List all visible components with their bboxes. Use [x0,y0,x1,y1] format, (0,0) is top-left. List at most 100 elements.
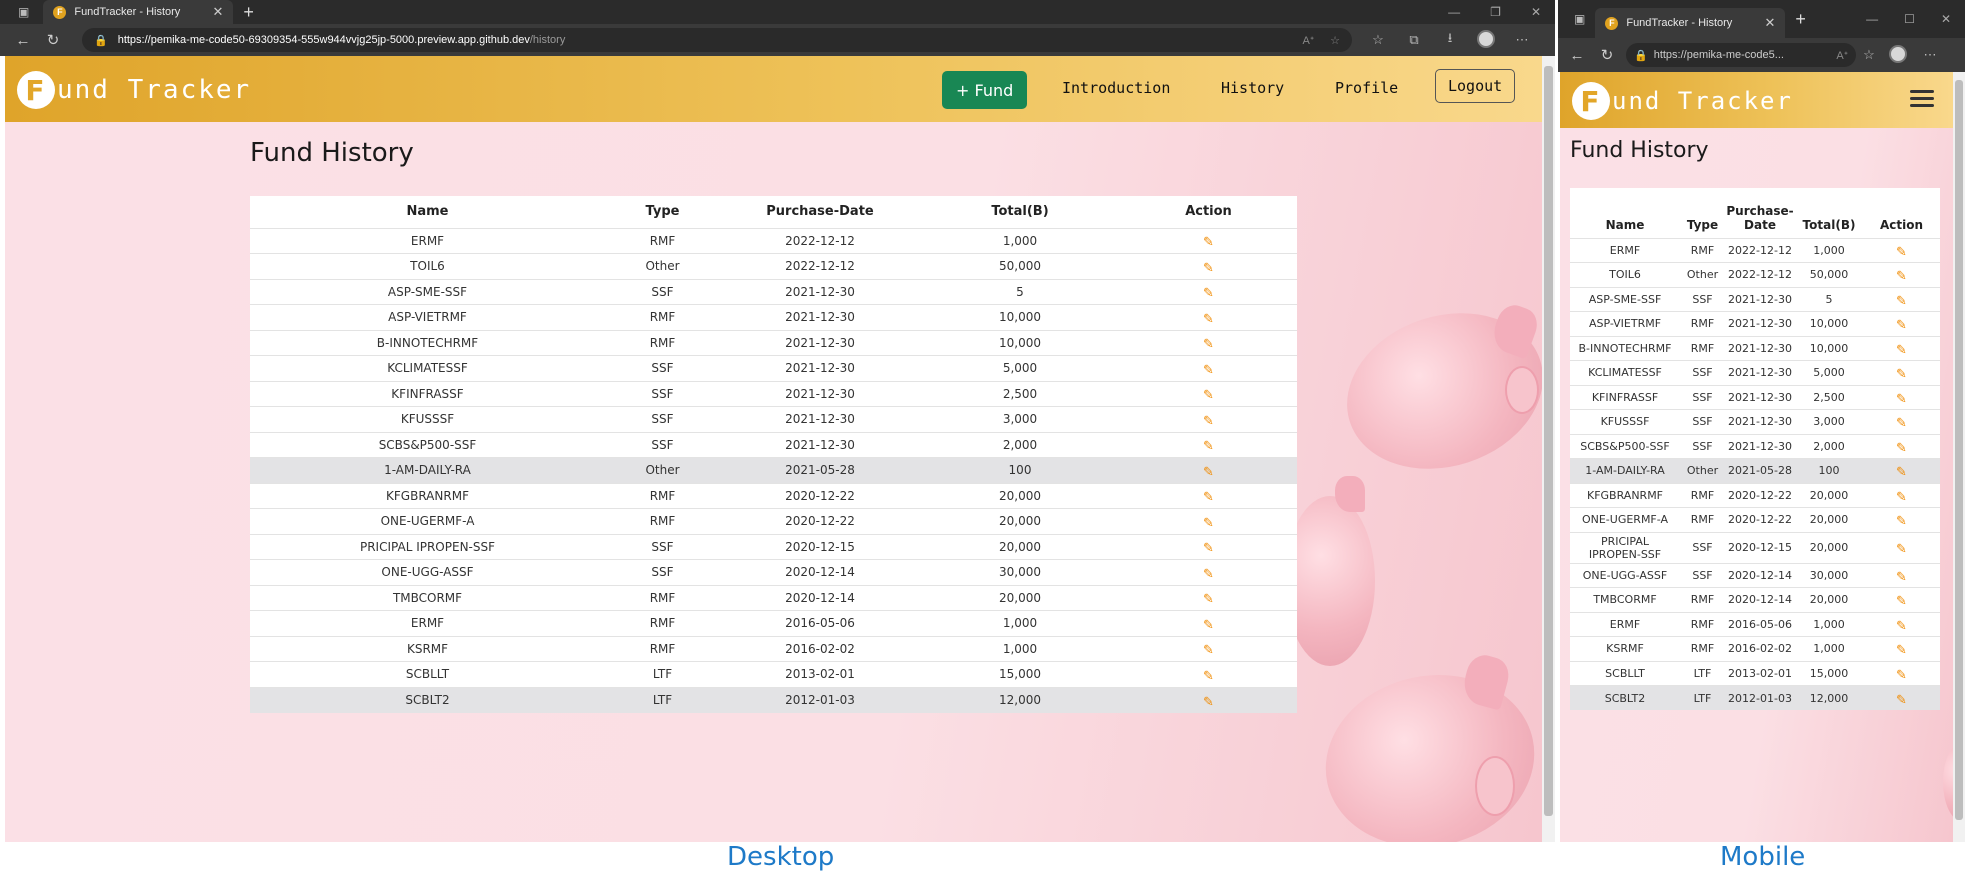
pencil-icon[interactable]: ✎ [1203,465,1214,480]
pencil-icon[interactable]: ✎ [1896,392,1907,407]
nav-history[interactable]: History [1221,79,1284,97]
minimize-icon[interactable]: — [1448,5,1460,19]
pencil-icon[interactable]: ✎ [1203,388,1214,403]
table-row: PRICIPAL IPROPEN-SSF SSF 2020-12-15 20,000 ✎ [250,533,1297,560]
pencil-icon[interactable]: ✎ [1203,439,1214,454]
mobile-close-tab-icon[interactable]: ✕ [1764,15,1775,31]
mobile-refresh-icon[interactable]: ↻ [1592,46,1622,64]
cell-total: 1,000 [920,610,1120,636]
pencil-icon[interactable]: ✎ [1896,619,1907,634]
read-aloud-icon[interactable]: Aᐩ [1303,34,1315,47]
pencil-icon[interactable]: ✎ [1896,514,1907,529]
mobile-cell-date: 2022-12-12 [1725,262,1795,287]
pencil-icon[interactable]: ✎ [1203,414,1214,429]
pencil-icon[interactable]: ✎ [1203,669,1214,684]
mobile-cell-name: 1-AM-DAILY-RA [1570,458,1680,483]
cell-date: 2022-12-12 [720,253,920,279]
pencil-icon[interactable]: ✎ [1896,570,1907,585]
pencil-icon[interactable]: ✎ [1896,245,1907,260]
mobile-logo[interactable]: F und Tracker [1572,82,1793,120]
new-tab-icon[interactable]: + [243,2,254,23]
restore-icon[interactable]: ❐ [1490,5,1501,19]
mobile-scrollbar[interactable] [1953,72,1965,842]
pencil-icon[interactable]: ✎ [1203,567,1214,582]
browser-tab[interactable]: F FundTracker - History ✕ [43,0,234,24]
pencil-icon[interactable]: ✎ [1896,643,1907,658]
pencil-icon[interactable]: ✎ [1896,490,1907,505]
nav-profile[interactable]: Profile [1335,79,1398,97]
logout-button[interactable]: Logout [1435,69,1516,103]
mobile-read-aloud-icon[interactable]: Aᐩ [1836,49,1848,62]
logo[interactable]: F und Tracker [17,71,251,109]
mobile-minimize-icon[interactable]: — [1866,12,1878,26]
mobile-scrollbar-thumb[interactable] [1955,80,1963,820]
pencil-icon[interactable]: ✎ [1203,337,1214,352]
favorite-star-icon[interactable]: ☆ [1330,34,1340,47]
mobile-favicon-icon: F [1605,16,1619,30]
close-tab-icon[interactable]: ✕ [212,4,223,20]
mobile-cell-name: SCBLT2 [1570,685,1680,710]
mobile-close-window-icon[interactable]: ✕ [1941,12,1951,26]
nav-introduction[interactable]: Introduction [1062,79,1170,97]
favicon-icon: F [53,5,67,19]
mobile-more-menu-icon[interactable]: ⋯ [1914,47,1946,63]
pencil-icon[interactable]: ✎ [1203,235,1214,250]
pencil-icon[interactable]: ✎ [1896,465,1907,480]
hamburger-menu-icon[interactable] [1910,86,1934,111]
back-icon[interactable]: ← [8,32,38,49]
pencil-icon[interactable]: ✎ [1896,343,1907,358]
download-icon[interactable]: ⭳ [1432,29,1468,51]
pencil-icon[interactable]: ✎ [1203,363,1214,378]
pencil-icon[interactable]: ✎ [1896,594,1907,609]
pencil-icon[interactable]: ✎ [1203,643,1214,658]
pencil-icon[interactable]: ✎ [1203,541,1214,556]
pencil-icon[interactable]: ✎ [1203,618,1214,633]
collections-icon[interactable]: ⧉ [1396,32,1432,48]
cell-type: RMF [605,508,720,534]
pencil-icon[interactable]: ✎ [1896,318,1907,333]
add-fund-button[interactable]: + Fund [942,71,1028,109]
cell-action: ✎ [1120,686,1297,713]
pencil-icon[interactable]: ✎ [1203,592,1214,607]
more-menu-icon[interactable]: ⋯ [1504,32,1540,48]
pencil-icon[interactable]: ✎ [1896,542,1907,557]
scrollbar-thumb[interactable] [1544,66,1553,816]
tab-actions-icon[interactable]: ▣ [18,5,29,19]
mobile-new-tab-icon[interactable]: + [1795,9,1806,30]
pencil-icon[interactable]: ✎ [1896,269,1907,284]
pencil-icon[interactable]: ✎ [1896,441,1907,456]
pencil-icon[interactable]: ✎ [1896,367,1907,382]
pencil-icon[interactable]: ✎ [1203,312,1214,327]
mobile-back-icon[interactable]: ← [1562,47,1592,64]
pencil-icon[interactable]: ✎ [1896,668,1907,683]
mobile-col-type-header: Type [1686,217,1719,232]
close-window-icon[interactable]: ✕ [1531,5,1541,19]
profile-avatar[interactable] [1468,29,1504,51]
url-host: https://pemika-me-code50-69309354-555w94… [117,34,530,46]
mobile-table-row: TMBCORMF RMF 2020-12-14 20,000 ✎ [1570,587,1940,612]
address-bar[interactable]: 🔒 https://pemika-me-code50-69309354-555w… [82,28,1352,52]
mobile-table-row: ASP-SME-SSF SSF 2021-12-30 5 ✎ [1570,286,1940,312]
pencil-icon[interactable]: ✎ [1203,261,1214,276]
cell-type: RMF [605,610,720,636]
pencil-icon[interactable]: ✎ [1203,286,1214,301]
pencil-icon[interactable]: ✎ [1203,695,1214,710]
mobile-cell-date: 2016-05-06 [1725,611,1795,637]
mobile-favorite-icon[interactable]: ☆ [1856,47,1882,63]
cell-name: SCBS&P500-SSF [250,431,605,458]
mobile-browser-tab[interactable]: F FundTracker - History ✕ [1595,8,1786,38]
mobile-maximize-icon[interactable]: ☐ [1904,12,1915,26]
favorites-icon[interactable]: ☆ [1360,32,1396,48]
mobile-tab-actions-icon[interactable]: ▣ [1574,12,1585,26]
mobile-address-bar[interactable]: 🔒 https://pemika-me-code5... Aᐩ [1626,43,1856,67]
cell-action: ✎ [1120,227,1297,254]
pencil-icon[interactable]: ✎ [1896,416,1907,431]
pencil-icon[interactable]: ✎ [1896,294,1907,309]
pencil-icon[interactable]: ✎ [1203,516,1214,531]
refresh-icon[interactable]: ↻ [38,31,68,49]
pencil-icon[interactable]: ✎ [1896,693,1907,708]
cell-type: RMF [605,304,720,330]
scrollbar[interactable] [1542,56,1555,842]
pencil-icon[interactable]: ✎ [1203,490,1214,505]
mobile-profile-avatar[interactable] [1882,44,1914,66]
